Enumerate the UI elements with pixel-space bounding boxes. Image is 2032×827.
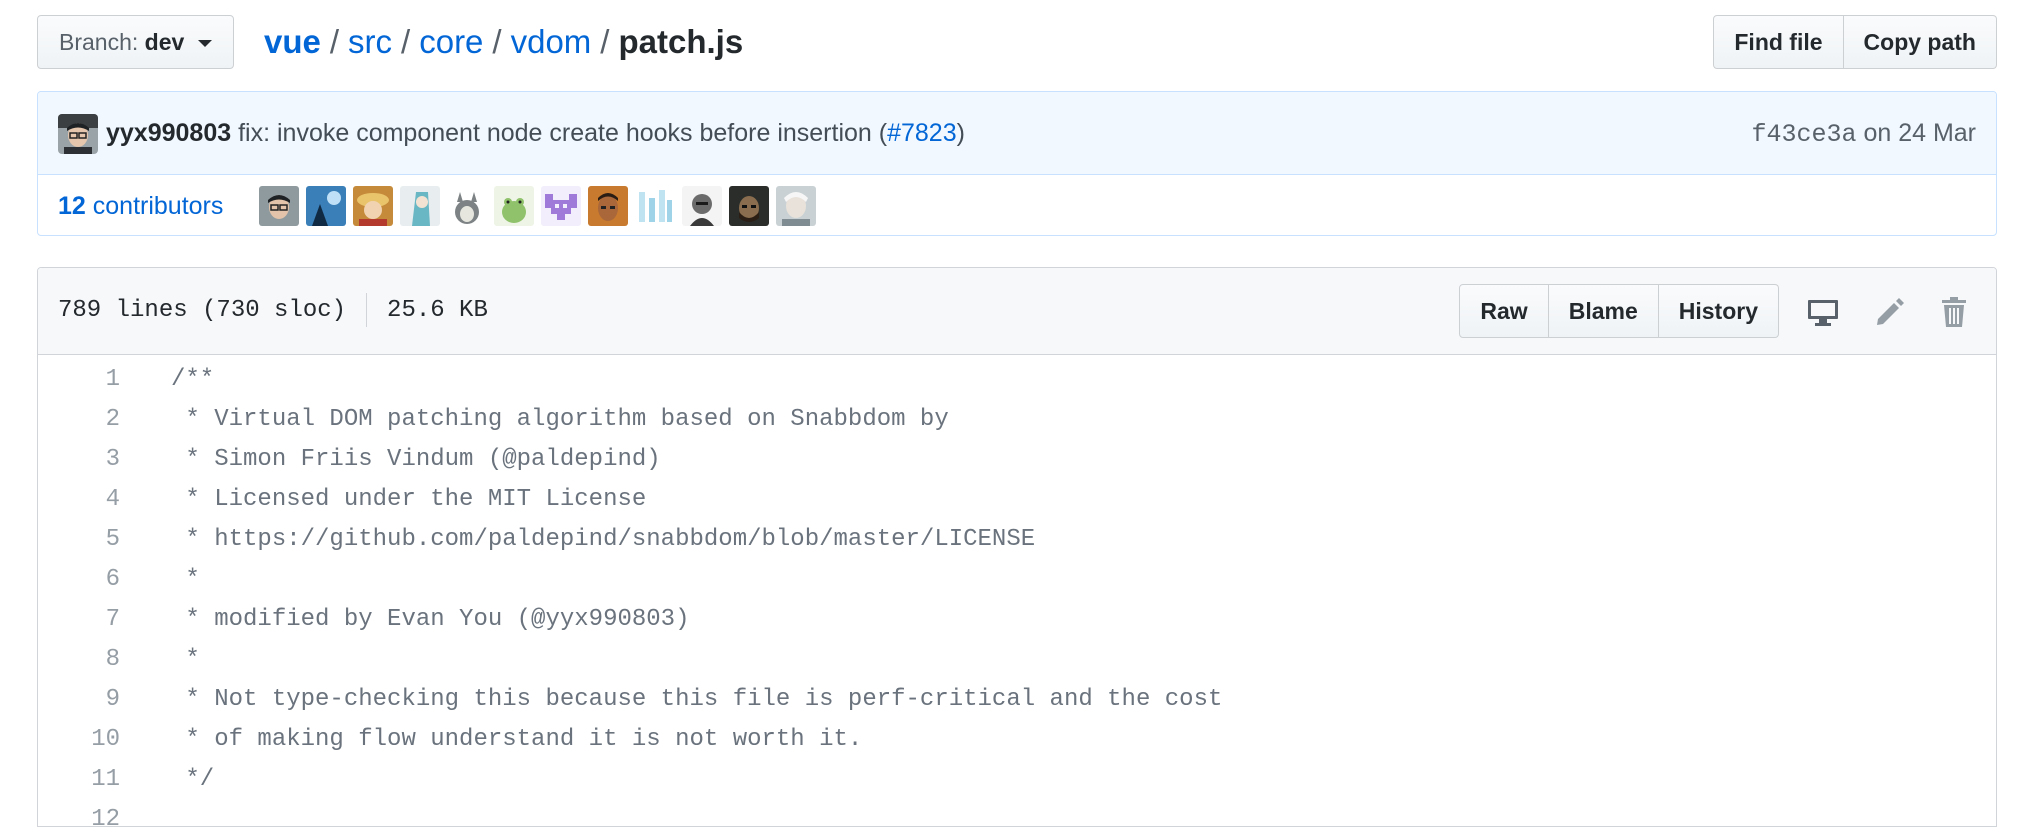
commit-meta: f43ce3a on 24 Mar — [1751, 92, 1976, 176]
code-line: 11 */ — [38, 760, 1996, 800]
contributor-avatar[interactable] — [682, 186, 722, 226]
file-header: 789 lines (730 sloc) 25.6 KB Raw Blame Hi… — [38, 268, 1996, 355]
commit-message-prefix[interactable]: fix: invoke component node create hooks … — [238, 119, 887, 147]
commit-pr-link[interactable]: #7823 — [887, 119, 957, 147]
code-line: 3 * Simon Friis Vindum (@paldepind) — [38, 440, 1996, 480]
line-number[interactable]: 8 — [38, 640, 120, 680]
breadcrumb-separator: / — [600, 23, 610, 60]
caret-down-icon — [197, 40, 212, 48]
code-line: 12 — [38, 800, 1996, 826]
line-number[interactable]: 11 — [38, 760, 120, 800]
code-line: 6 * — [38, 560, 1996, 600]
commit-sha-link[interactable]: f43ce3a — [1751, 120, 1856, 149]
file-view-page: Branch: dev vue / src / core / vdom / patch.js F… — [0, 0, 2032, 827]
contributor-avatar[interactable] — [447, 186, 487, 226]
contributor-avatar[interactable] — [541, 186, 581, 226]
line-number[interactable]: 2 — [38, 400, 120, 440]
contributor-avatar[interactable] — [588, 186, 628, 226]
file-container: 789 lines (730 sloc) 25.6 KB Raw Blame Hi… — [37, 267, 1997, 827]
contributor-avatar[interactable] — [353, 186, 393, 226]
desktop-icon[interactable] — [1806, 295, 1840, 329]
contributors-row: 12 contributors — [38, 175, 1996, 235]
line-content — [120, 800, 171, 826]
contributor-avatar[interactable] — [259, 186, 299, 226]
contributor-avatar[interactable] — [400, 186, 440, 226]
code-line: 10 * of making flow understand it is not… — [38, 720, 1996, 760]
contributor-avatar[interactable] — [776, 186, 816, 226]
line-number[interactable]: 5 — [38, 520, 120, 560]
breadcrumb-separator: / — [329, 23, 340, 60]
contributors-count: 12 — [58, 192, 86, 220]
line-number[interactable]: 6 — [38, 560, 120, 600]
code-line: 8 * — [38, 640, 1996, 680]
line-content: * — [171, 566, 200, 593]
blame-button[interactable]: Blame — [1548, 284, 1659, 338]
trash-icon[interactable] — [1937, 295, 1971, 329]
commit-tease: yyx990803 fix: invoke component node cre… — [37, 91, 1997, 236]
contributor-avatar[interactable] — [635, 186, 675, 226]
commit-date: on 24 Mar — [1863, 119, 1976, 147]
branch-name: dev — [144, 29, 185, 55]
raw-button[interactable]: Raw — [1459, 284, 1549, 338]
line-content: * https://github.com/paldepind/snabbdom/… — [171, 526, 1036, 553]
line-number[interactable]: 4 — [38, 480, 120, 520]
line-content: * modified by Evan You (@yyx990803) — [171, 606, 690, 633]
line-number[interactable]: 10 — [38, 720, 120, 760]
branch-label: Branch: — [59, 29, 139, 55]
breadcrumb-separator: / — [401, 23, 411, 60]
code-line: 9 * Not type-checking this because this … — [38, 680, 1996, 720]
copy-path-button[interactable]: Copy path — [1843, 15, 1997, 69]
line-number[interactable]: 7 — [38, 600, 120, 640]
code-line: 2 * Virtual DOM patching algorithm based… — [38, 400, 1996, 440]
breadcrumb-dir-core[interactable]: core — [419, 23, 483, 60]
line-number[interactable]: 1 — [38, 360, 120, 400]
contributor-avatars — [259, 186, 816, 226]
author-avatar[interactable] — [58, 114, 98, 154]
commit-author-link[interactable]: yyx990803 — [106, 119, 231, 147]
contributor-avatar[interactable] — [494, 186, 534, 226]
breadcrumb: vue / src / core / vdom / patch.js — [264, 15, 743, 69]
line-content: * of making flow understand it is not wo… — [171, 726, 863, 753]
code-line: 5 * https://github.com/paldepind/snabbdo… — [38, 520, 1996, 560]
line-content: */ — [171, 766, 215, 793]
code-line: 7 * modified by Evan You (@yyx990803) — [38, 600, 1996, 640]
file-size: 25.6 KB — [387, 297, 488, 324]
code-line: 1 /** — [38, 360, 1996, 400]
breadcrumb-file-name: patch.js — [618, 23, 744, 60]
find-file-button[interactable]: Find file — [1713, 15, 1844, 69]
line-content: * Virtual DOM patching algorithm based o… — [171, 406, 949, 433]
code-view: 1 /** 2 * Virtual DOM patching algorithm … — [38, 355, 1996, 826]
file-path-actions: Find file Copy path — [1713, 15, 1997, 69]
commit-summary: yyx990803 fix: invoke component node cre… — [106, 92, 965, 174]
contributor-avatar[interactable] — [306, 186, 346, 226]
file-navigation: Branch: dev vue / src / core / vdom / patch.js F… — [37, 15, 1997, 69]
line-content: * — [171, 646, 200, 673]
breadcrumb-repo-link[interactable]: vue — [264, 23, 321, 60]
commit-message-suffix: ) — [956, 119, 965, 147]
pencil-icon[interactable] — [1872, 295, 1906, 329]
file-line-count: 789 lines (730 sloc) — [58, 297, 347, 324]
contributors-link[interactable]: 12 contributors — [58, 175, 224, 235]
line-content: * Not type-checking this because this fi… — [171, 686, 1223, 713]
line-number[interactable]: 9 — [38, 680, 120, 720]
history-button[interactable]: History — [1658, 284, 1779, 338]
line-number[interactable]: 12 — [38, 800, 120, 826]
file-view-actions: Raw Blame History — [1459, 284, 1779, 338]
line-content: * Simon Friis Vindum (@paldepind) — [171, 446, 661, 473]
breadcrumb-dir-vdom[interactable]: vdom — [511, 23, 592, 60]
breadcrumb-separator: / — [492, 23, 502, 60]
file-info-divider — [366, 292, 368, 327]
contributors-label: contributors — [92, 192, 224, 220]
line-content: /** — [171, 366, 215, 393]
branch-select-button[interactable]: Branch: dev — [37, 15, 234, 69]
file-info: 789 lines (730 sloc) 25.6 KB — [58, 268, 488, 354]
line-content: * Licensed under the MIT License — [171, 486, 647, 513]
contributor-avatar[interactable] — [729, 186, 769, 226]
breadcrumb-dir-src[interactable]: src — [348, 23, 392, 60]
line-number[interactable]: 3 — [38, 440, 120, 480]
code-line: 4 * Licensed under the MIT License — [38, 480, 1996, 520]
latest-commit: yyx990803 fix: invoke component node cre… — [38, 92, 1996, 175]
